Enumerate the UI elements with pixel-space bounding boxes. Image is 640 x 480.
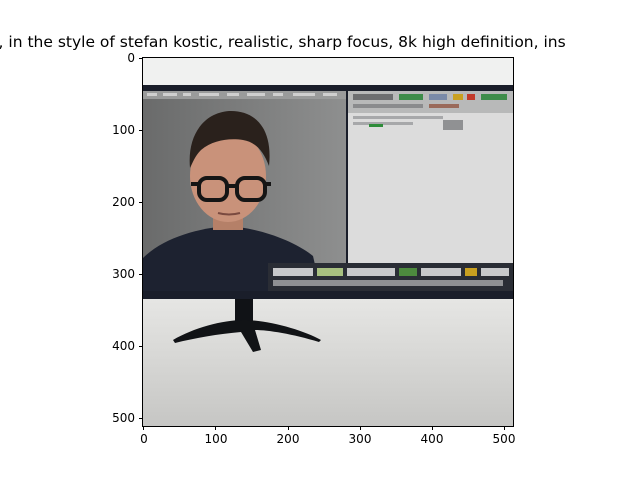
y-tick-mark <box>139 274 143 275</box>
x-tick-label: 0 <box>140 432 148 446</box>
y-tick-mark <box>139 346 143 347</box>
x-tick-mark <box>504 426 505 430</box>
x-tick-label: 100 <box>204 432 228 446</box>
y-tick-label: 0 <box>127 51 135 65</box>
x-tick-mark <box>432 426 433 430</box>
y-tick-label: 400 <box>112 339 135 353</box>
x-tick-label: 200 <box>276 432 300 446</box>
x-tick-mark <box>288 426 289 430</box>
timeline-strip <box>268 263 513 291</box>
x-tick-mark <box>215 426 216 430</box>
y-tick-mark <box>139 202 143 203</box>
monitor-photo <box>143 58 513 426</box>
plot-title: litor, in the style of stefan kostic, re… <box>0 33 566 51</box>
y-tick-label: 300 <box>112 267 135 281</box>
y-tick-label: 100 <box>112 123 135 137</box>
x-tick-label: 500 <box>492 432 516 446</box>
y-tick-mark <box>139 58 143 59</box>
y-tick-label: 500 <box>112 411 135 425</box>
x-tick-label: 400 <box>420 432 444 446</box>
image-axes <box>142 57 514 427</box>
desk <box>143 298 513 426</box>
x-tick-label: 300 <box>348 432 372 446</box>
y-tick-mark <box>139 418 143 419</box>
x-tick-mark <box>143 426 144 430</box>
x-tick-mark <box>360 426 361 430</box>
y-tick-mark <box>139 130 143 131</box>
y-tick-label: 200 <box>112 195 135 209</box>
